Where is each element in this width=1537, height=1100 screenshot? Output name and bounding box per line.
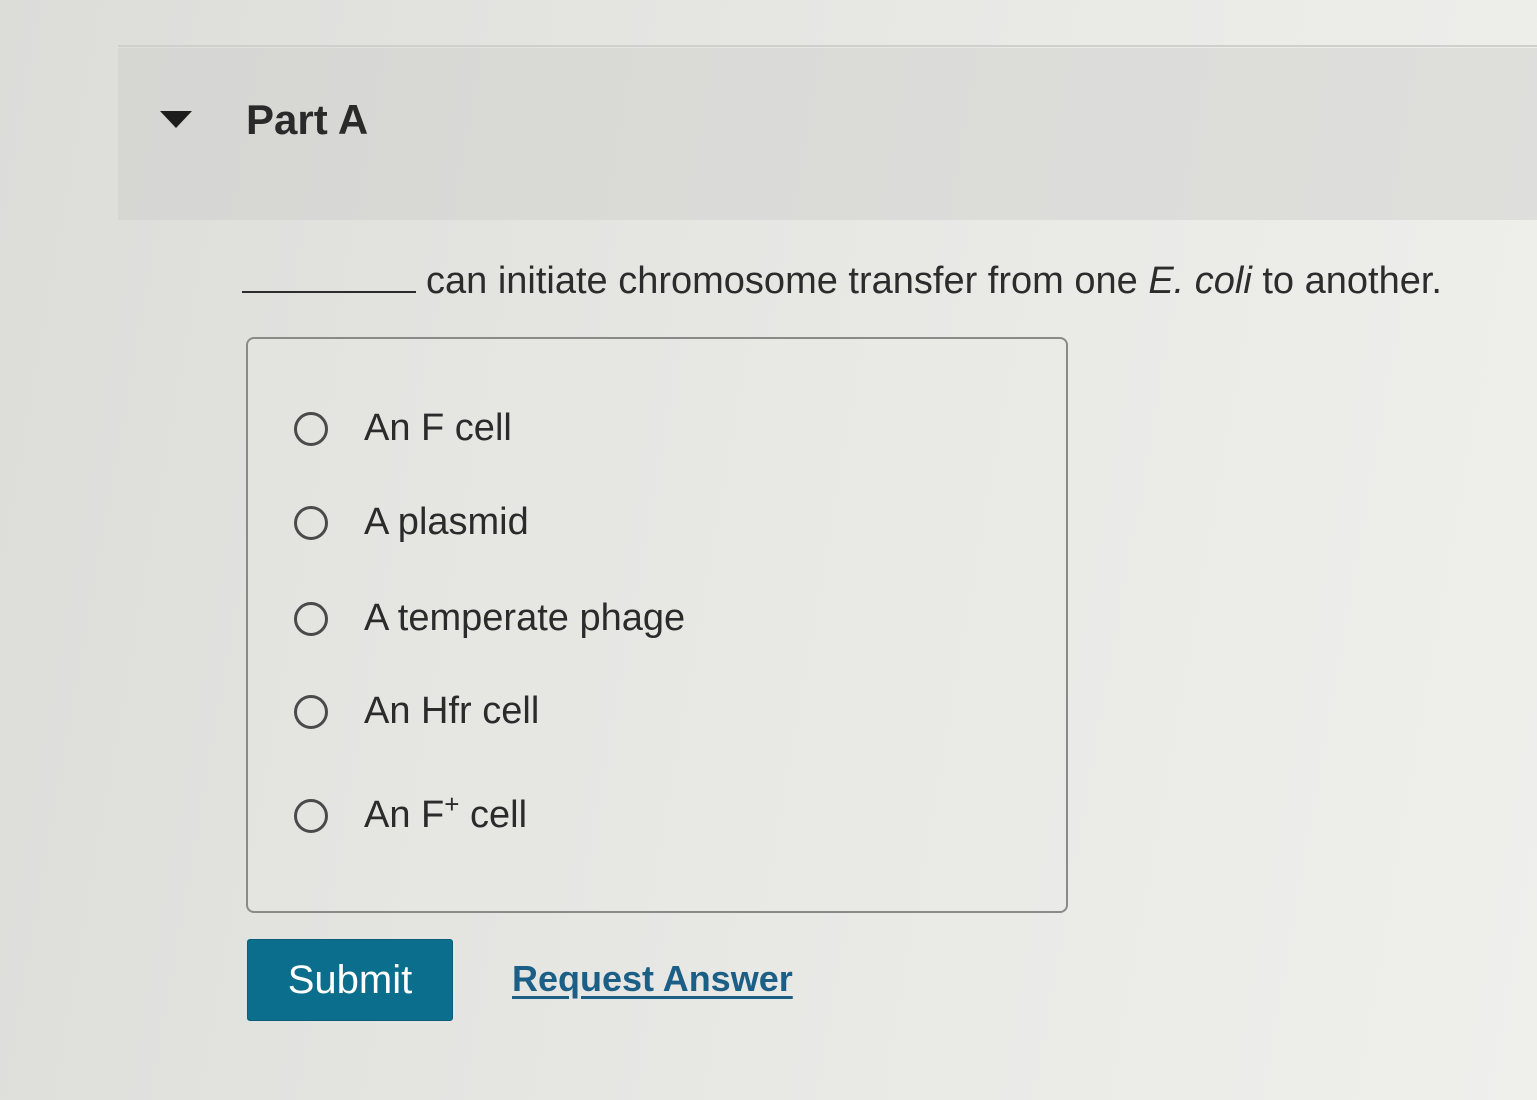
choice-an-hfr-cell[interactable]: An Hfr cell bbox=[294, 690, 539, 733]
fill-in-blank bbox=[242, 255, 416, 293]
radio-button[interactable] bbox=[294, 694, 328, 729]
question-organism: E. coli bbox=[1148, 260, 1252, 302]
part-title: Part A bbox=[246, 96, 369, 143]
question-text-before: can initiate chromosome transfer from on… bbox=[426, 260, 1138, 302]
radio-button[interactable] bbox=[294, 411, 328, 446]
question-text: can initiate chromosome transfer from on… bbox=[242, 255, 1442, 303]
question-text-after: to another. bbox=[1262, 260, 1442, 302]
choice-label: An F+ cell bbox=[364, 789, 528, 836]
answer-choices-box: An F cell A plasmid A temperate phage An… bbox=[246, 337, 1068, 913]
choice-label: An F cell bbox=[364, 407, 512, 449]
request-answer-link[interactable]: Request Answer bbox=[512, 958, 793, 1000]
choice-label: An Hfr cell bbox=[364, 690, 540, 732]
collapse-caret-icon[interactable] bbox=[160, 111, 192, 128]
choice-a-plasmid[interactable]: A plasmid bbox=[294, 501, 529, 544]
superscript-plus: + bbox=[444, 789, 460, 819]
radio-button[interactable] bbox=[294, 601, 328, 636]
radio-button[interactable] bbox=[294, 798, 328, 833]
choice-an-f-plus-cell[interactable]: An F+ cell bbox=[294, 789, 528, 837]
section-divider bbox=[118, 45, 1537, 47]
choice-label: A temperate phage bbox=[364, 597, 686, 639]
choice-a-temperate-phage[interactable]: A temperate phage bbox=[294, 597, 685, 640]
submit-button[interactable]: Submit bbox=[247, 939, 453, 1021]
radio-button[interactable] bbox=[294, 505, 328, 540]
choice-label: A plasmid bbox=[364, 501, 529, 543]
choice-an-f-cell[interactable]: An F cell bbox=[294, 407, 512, 450]
